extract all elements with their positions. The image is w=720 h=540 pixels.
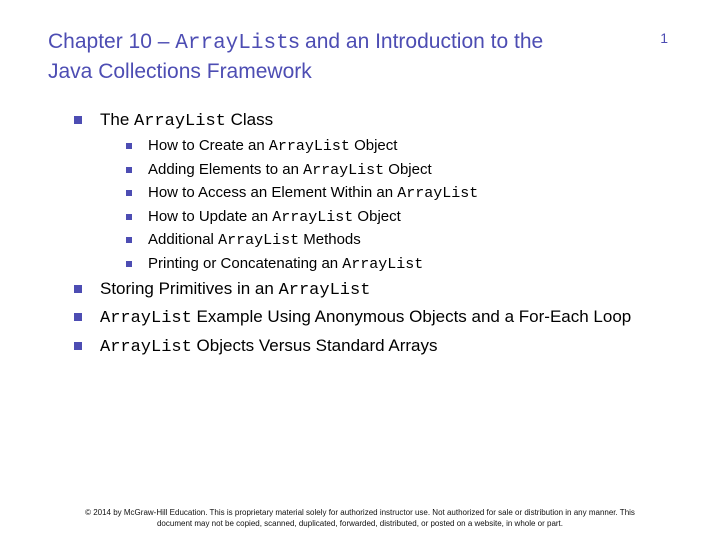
item-post: Object: [353, 208, 401, 225]
list-item: ArrayList Objects Versus Standard Arrays: [74, 333, 672, 361]
list-item: Adding Elements to an ArrayList Object: [126, 159, 672, 183]
item-code: ArrayList: [269, 138, 350, 155]
page-title: Chapter 10 – ArrayLists and an Introduct…: [48, 28, 588, 87]
item-code: ArrayList: [100, 309, 192, 328]
outline-list: The ArrayList Class How to Create an Arr…: [48, 107, 672, 361]
item-post: Example Using Anonymous Objects and a Fo…: [192, 307, 631, 326]
item-pre: Printing or Concatenating an: [148, 255, 342, 272]
list-item: Additional ArrayList Methods: [126, 229, 672, 253]
item-post: Object: [350, 137, 398, 154]
item-code: ArrayList: [100, 338, 192, 357]
item-code: ArrayList: [218, 232, 299, 249]
item-code: ArrayList: [397, 185, 478, 202]
item-pre: The: [100, 110, 134, 129]
item-pre: Adding Elements to an: [148, 161, 303, 178]
item-post: Object: [384, 161, 432, 178]
list-item: ArrayList Example Using Anonymous Object…: [74, 304, 672, 332]
item-code: ArrayList: [272, 209, 353, 226]
item-pre: How to Create an: [148, 137, 269, 154]
item-post: Methods: [299, 231, 361, 248]
list-item: How to Access an Element Within an Array…: [126, 182, 672, 206]
item-code: ArrayList: [279, 281, 371, 300]
item-pre: How to Access an Element Within an: [148, 184, 397, 201]
list-item: How to Create an ArrayList Object: [126, 135, 672, 159]
copyright-footer: © 2014 by McGraw-Hill Education. This is…: [0, 508, 720, 530]
list-item: How to Update an ArrayList Object: [126, 206, 672, 230]
item-post: Class: [226, 110, 273, 129]
page-number: 1: [660, 30, 668, 46]
list-item: The ArrayList Class How to Create an Arr…: [74, 107, 672, 276]
title-pre: Chapter 10 –: [48, 30, 175, 53]
list-item: Printing or Concatenating an ArrayList: [126, 253, 672, 277]
outline-sublist: How to Create an ArrayList Object Adding…: [100, 135, 672, 276]
title-code: ArrayList: [175, 32, 288, 55]
item-pre: Additional: [148, 231, 218, 248]
item-code: ArrayList: [303, 162, 384, 179]
item-code: ArrayList: [134, 112, 226, 131]
slide: 1 Chapter 10 – ArrayLists and an Introdu…: [0, 0, 720, 540]
list-item: Storing Primitives in an ArrayList: [74, 276, 672, 304]
item-code: ArrayList: [342, 256, 423, 273]
item-pre: Storing Primitives in an: [100, 279, 279, 298]
item-post: Objects Versus Standard Arrays: [192, 336, 438, 355]
item-pre: How to Update an: [148, 208, 272, 225]
